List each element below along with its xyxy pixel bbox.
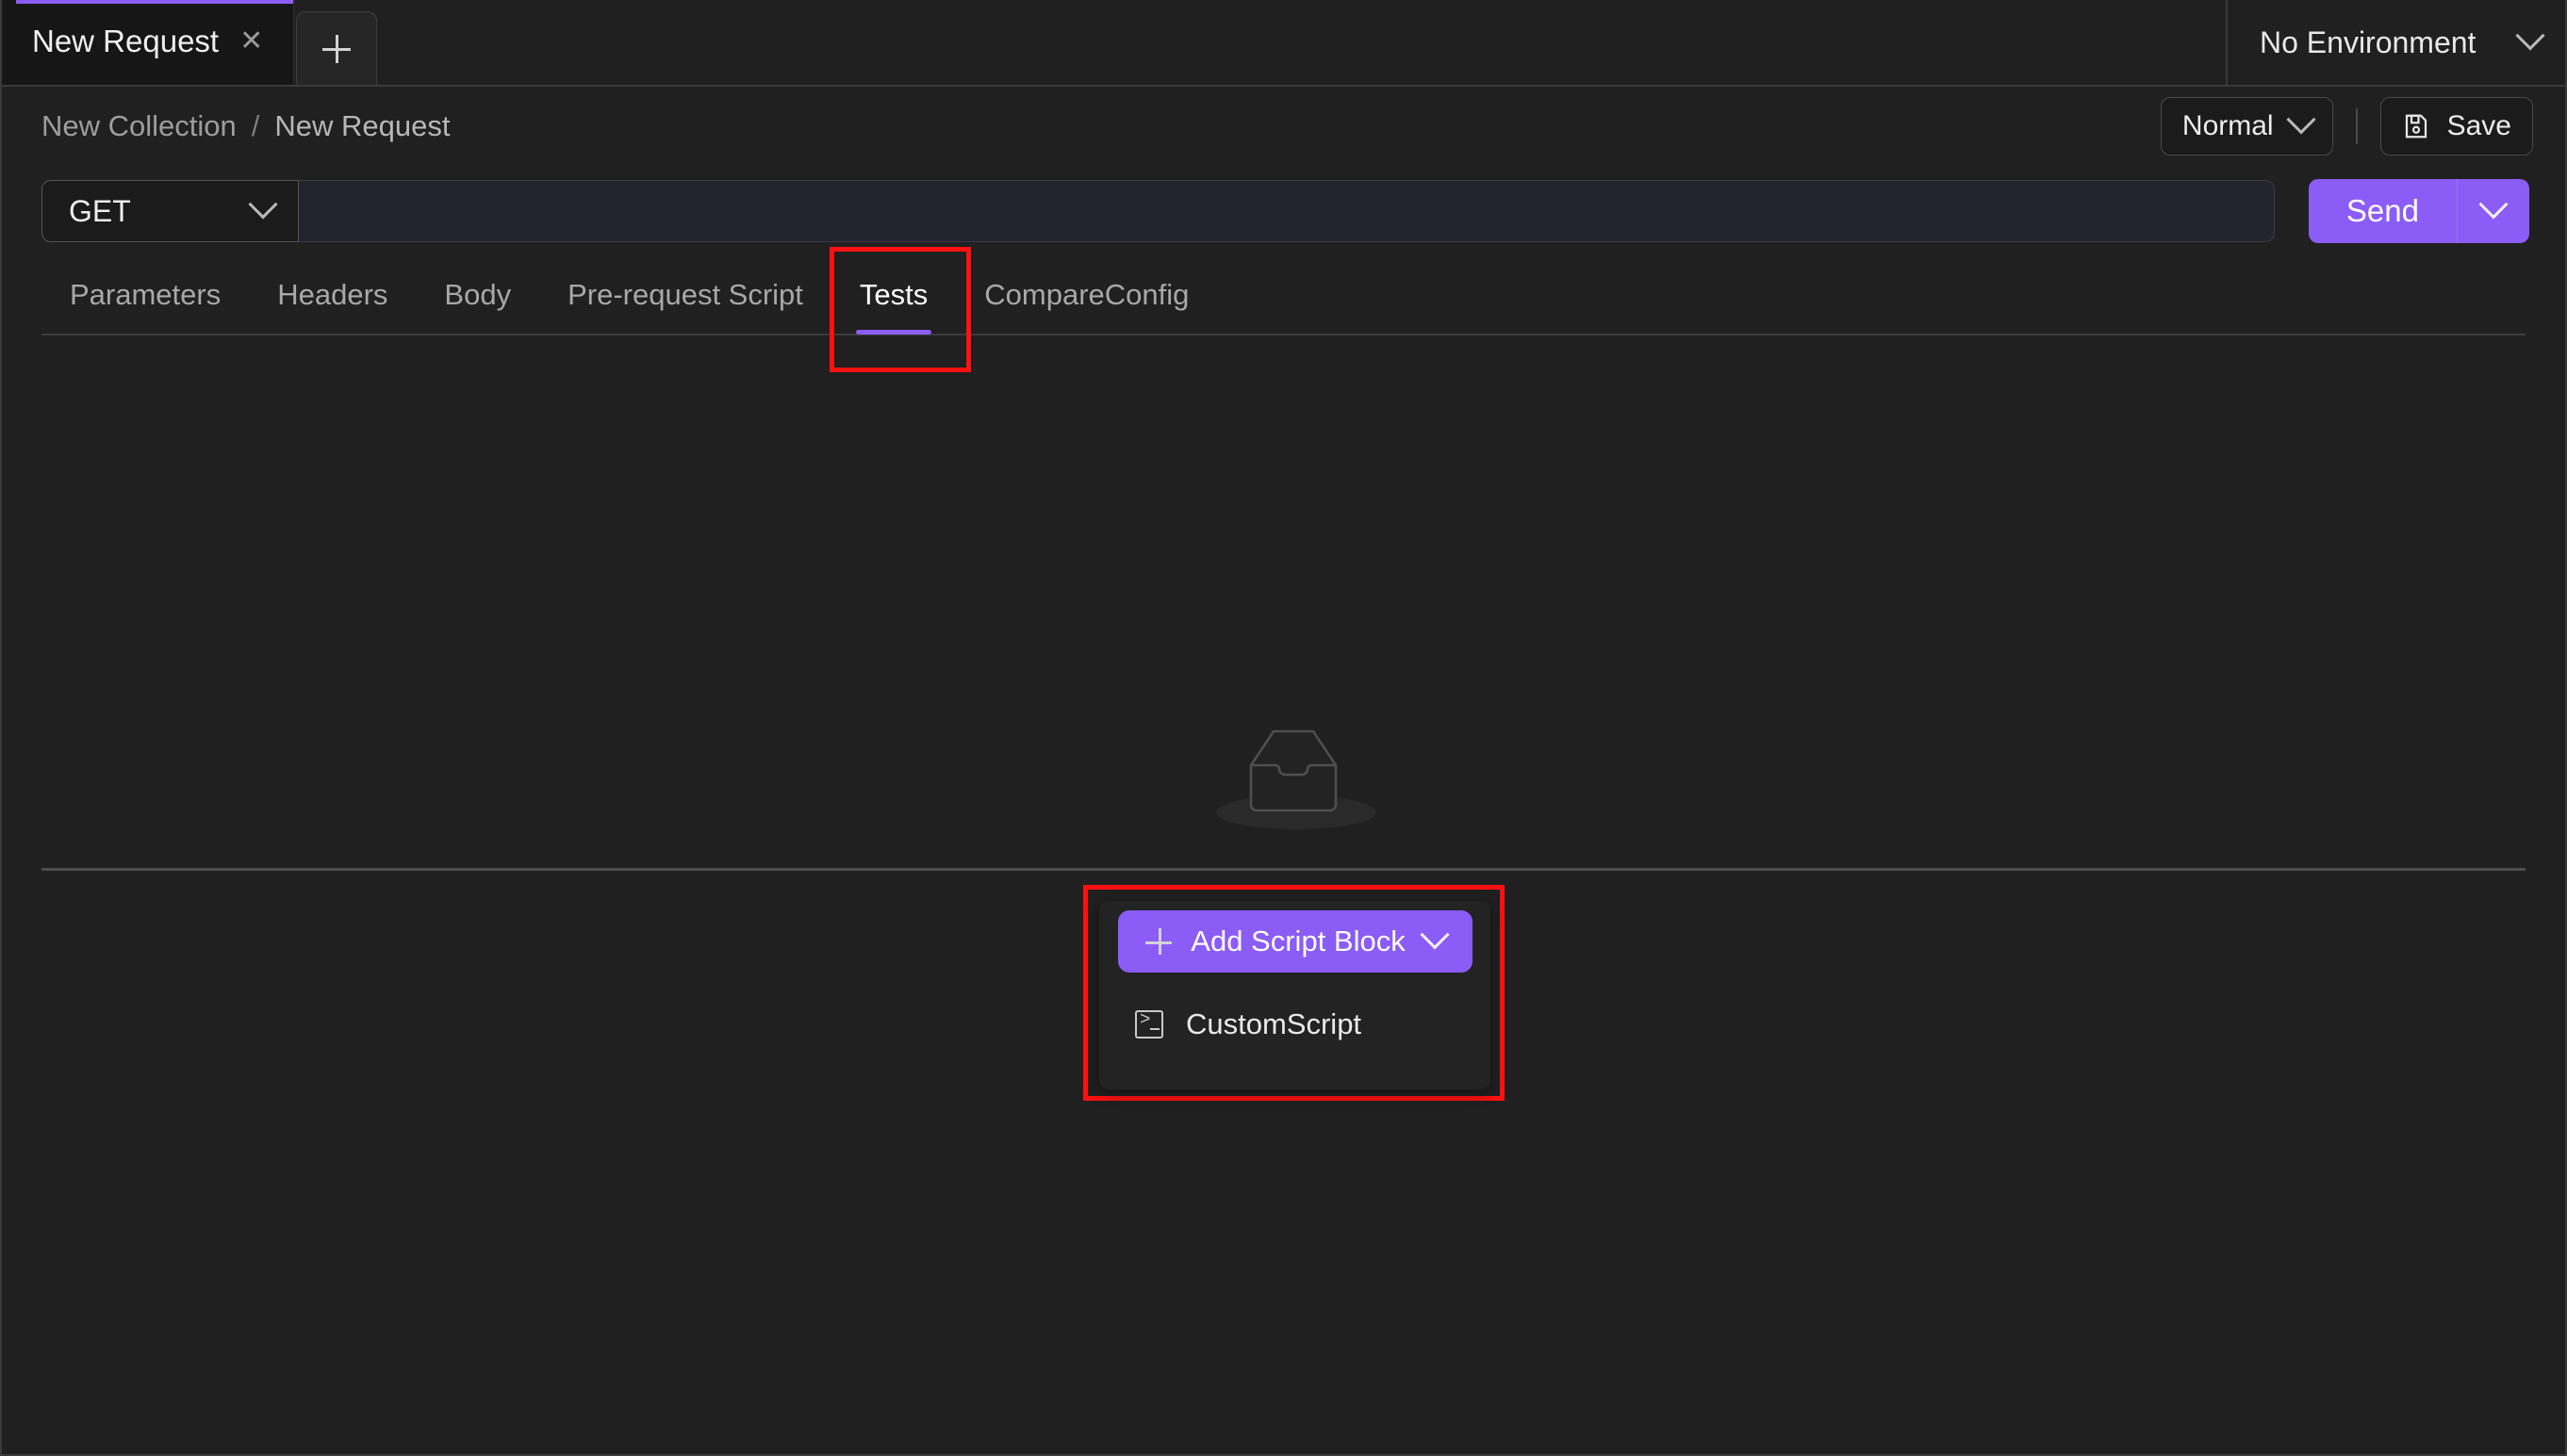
- toolbar-divider: [2355, 108, 2358, 144]
- mode-selector-label: Normal: [2181, 110, 2274, 141]
- close-icon[interactable]: ✕: [234, 24, 269, 59]
- tab-tests[interactable]: Tests: [831, 256, 956, 335]
- breadcrumb-actions: Normal Save: [2160, 97, 2533, 155]
- environment-selector[interactable]: No Environment: [2226, 0, 2565, 85]
- request-tab-label: New Request: [32, 24, 220, 58]
- send-button-label: Send: [2345, 193, 2419, 228]
- tab-body[interactable]: Body: [416, 256, 539, 334]
- tab-headers-label: Headers: [277, 278, 388, 311]
- tests-panel: Add Script Block CustomScript: [2, 335, 2565, 1101]
- chevron-down-icon: [2478, 189, 2509, 220]
- http-method-selector[interactable]: GET: [41, 180, 298, 242]
- breadcrumb-row: New Collection / New Request Normal Save: [2, 87, 2565, 166]
- tab-pre-request-script[interactable]: Pre-request Script: [539, 256, 831, 334]
- request-tab-new-request[interactable]: New Request ✕: [2, 0, 295, 85]
- environment-selector-label: No Environment: [2260, 25, 2476, 59]
- tab-headers[interactable]: Headers: [249, 256, 416, 334]
- breadcrumb-request[interactable]: New Request: [274, 109, 450, 143]
- mode-selector[interactable]: Normal: [2160, 97, 2333, 155]
- breadcrumb-collection[interactable]: New Collection: [41, 109, 237, 143]
- save-button-label: Save: [2446, 110, 2511, 141]
- url-input[interactable]: [298, 180, 2275, 242]
- tab-compare-config[interactable]: CompareConfig: [956, 256, 1217, 334]
- chevron-down-icon: [2515, 21, 2545, 51]
- tab-parameters-label: Parameters: [70, 278, 222, 311]
- chevron-down-icon: [2286, 105, 2316, 135]
- save-button[interactable]: Save: [2379, 97, 2533, 155]
- floppy-disk-icon: [2405, 114, 2427, 139]
- send-button[interactable]: Send: [2309, 179, 2458, 243]
- plus-icon: [322, 34, 352, 63]
- new-tab-button[interactable]: [296, 11, 378, 85]
- http-method-label: GET: [69, 193, 131, 228]
- tab-compare-config-label: CompareConfig: [984, 278, 1190, 311]
- response-pane: Enter the URL and click Send to get a re…: [2, 871, 2565, 1454]
- tab-parameters[interactable]: Parameters: [41, 256, 249, 334]
- send-button-group: Send: [2308, 179, 2529, 243]
- api-client-window: New Request ✕ No Environment New Collect…: [0, 0, 2567, 1456]
- send-options-button[interactable]: [2458, 179, 2529, 243]
- tab-pre-request-script-label: Pre-request Script: [568, 278, 803, 311]
- request-section-tabs: Parameters Headers Body Pre-request Scri…: [41, 256, 2526, 335]
- tab-tests-label: Tests: [859, 278, 929, 311]
- breadcrumb-separator: /: [251, 109, 260, 142]
- empty-inbox-icon: [1249, 729, 1338, 812]
- request-tab-strip: New Request ✕ No Environment: [2, 0, 2565, 87]
- url-bar: GET Send: [2, 166, 2565, 256]
- chevron-down-icon: [248, 189, 278, 220]
- tab-body-label: Body: [444, 278, 512, 311]
